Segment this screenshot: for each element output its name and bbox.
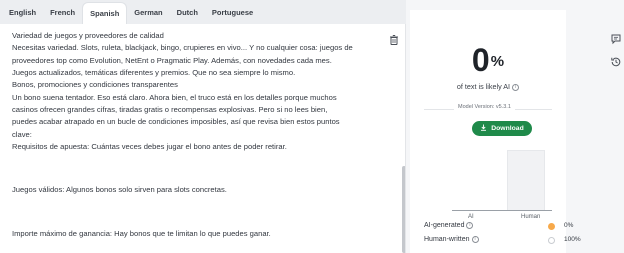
tab-french[interactable]: French — [43, 2, 82, 24]
download-icon — [480, 124, 487, 133]
ai-human-chart — [452, 150, 552, 211]
tab-german[interactable]: German — [127, 2, 169, 24]
ai-percentage-sign: % — [490, 53, 505, 70]
tab-english[interactable]: English — [2, 2, 43, 24]
editor-line: clave: — [12, 129, 32, 139]
editor-line: puedes acabar atrapado en un bucle de co… — [12, 117, 340, 127]
editor-line: Un bono suena tentador. Eso está claro. … — [12, 92, 337, 102]
info-icon[interactable]: i — [471, 235, 479, 243]
legend-ai-dot — [548, 223, 555, 230]
editor-line: Importe máximo de ganancia: Hay bonos qu… — [12, 228, 271, 238]
editor-line: Juegos válidos: Algunos bonos solo sirve… — [12, 185, 227, 195]
tab-spanish[interactable]: Spanish — [82, 2, 128, 24]
editor-line: proveedores top como Evolution, NetEnt o… — [12, 55, 332, 65]
ai-percentage: 0% — [410, 44, 566, 76]
legend-ai-generated: AI-generated i 0% — [424, 220, 580, 232]
legend-human-label: Human-written i — [424, 234, 479, 246]
bar-human — [507, 150, 545, 210]
model-version: Model Version: v5.3.1 — [454, 104, 515, 110]
tab-dutch[interactable]: Dutch — [170, 2, 205, 24]
language-tabs: English French Spanish German Dutch Portugues… — [0, 0, 406, 24]
legend-ai-value: 0% — [564, 222, 574, 229]
text-editor[interactable]: Variedad de juegos y proveedores de cali… — [0, 24, 406, 253]
likely-ai-label: of text is likely AI i — [410, 82, 566, 91]
info-icon[interactable]: i — [466, 221, 474, 229]
editor-line: Requisitos de apuesta: Cuántas veces deb… — [12, 142, 287, 152]
result-panel: 0% of text is likely AI i Model Version: … — [410, 10, 581, 253]
info-icon[interactable]: i — [512, 83, 520, 91]
tab-portuguese[interactable]: Portuguese — [205, 2, 260, 24]
legend-human-written: Human-written i 100% — [424, 234, 581, 246]
comment-icon[interactable] — [610, 32, 622, 45]
history-icon[interactable] — [610, 55, 622, 67]
editor-line: Juegos actualizados, temáticas diferente… — [12, 68, 296, 78]
right-toolbar — [608, 0, 624, 253]
trash-icon[interactable] — [388, 33, 400, 45]
editor-line: casinos ofrecen grandes cifras, tiradas … — [12, 105, 328, 115]
legend-ai-text: AI-generated — [424, 222, 465, 229]
editor-scrollbar[interactable] — [402, 166, 405, 253]
editor-text[interactable]: Variedad de juegos y proveedores de cali… — [12, 30, 382, 240]
legend-human-value: 100% — [564, 236, 581, 243]
download-label: Download — [491, 125, 524, 132]
editor-line: Bonos, promociones y condiciones transpa… — [12, 80, 178, 90]
download-button[interactable]: Download — [472, 121, 532, 136]
legend-human-dot — [548, 237, 555, 244]
editor-line: Variedad de juegos y proveedores de cali… — [12, 31, 164, 40]
chart-axis — [452, 210, 552, 211]
likely-ai-text: of text is likely AI — [456, 82, 511, 91]
editor-line: Necesitas variedad. Slots, ruleta, black… — [12, 43, 353, 53]
ai-percentage-value: 0 — [471, 42, 490, 78]
legend-human-text: Human-written — [424, 236, 470, 243]
legend-ai-label: AI-generated i — [424, 220, 474, 232]
